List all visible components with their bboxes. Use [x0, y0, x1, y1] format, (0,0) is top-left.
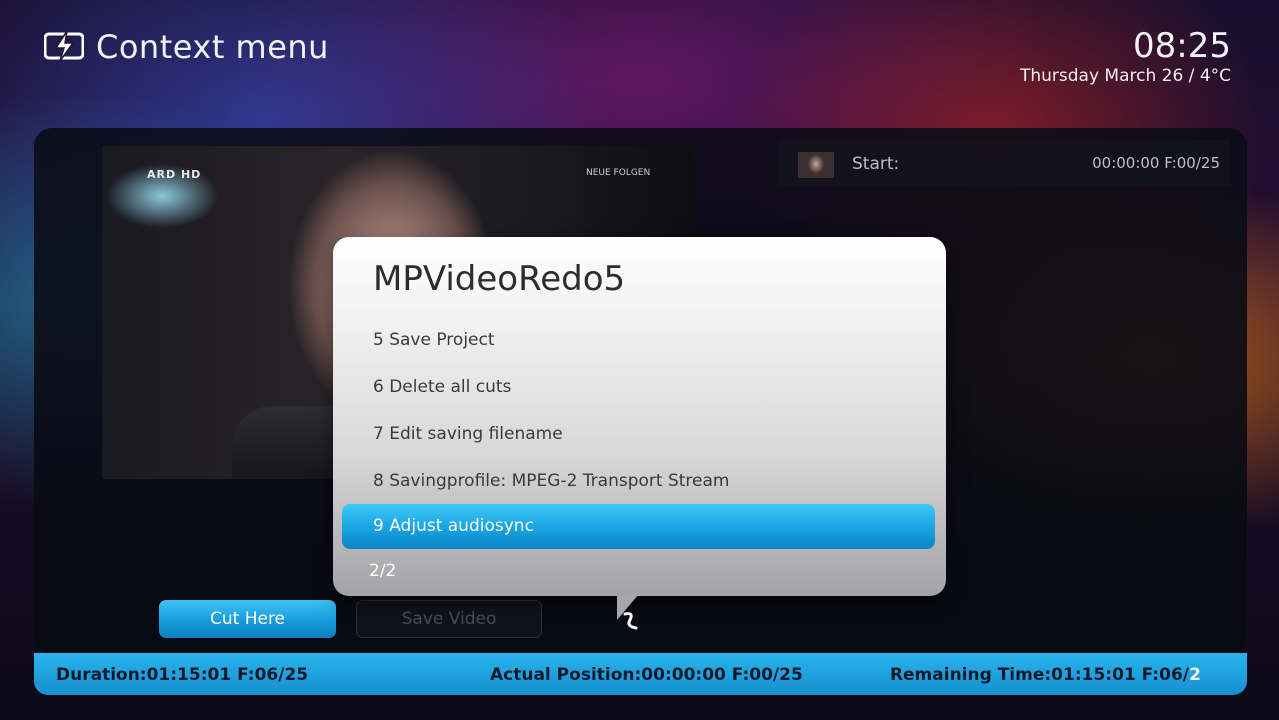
menu-item-edit-filename[interactable]: 7 Edit saving filename — [373, 424, 563, 444]
clock-date: Thursday March 26 / 4°C — [1019, 66, 1231, 86]
menu-item-saving-profile[interactable]: 8 Savingprofile: MPEG-2 Transport Stream — [373, 471, 729, 491]
lightning-icon — [44, 31, 84, 61]
dialog-pointer — [617, 594, 639, 620]
page-indicator: 2/2 — [369, 561, 397, 581]
menu-item-delete-all-cuts[interactable]: 6 Delete all cuts — [373, 377, 511, 397]
clock-time: 08:25 — [1133, 26, 1231, 66]
start-label: Start: — [852, 154, 900, 174]
channel-logo: ARD HD — [147, 168, 202, 181]
save-video-button[interactable]: Save Video — [356, 600, 542, 638]
start-value: 00:00:00 F:00/25 — [1092, 154, 1220, 172]
status-bar: Duration:01:15:01 F:06/25 Actual Positio… — [34, 653, 1247, 695]
remaining-time-text: Remaining Time:01:15:01 F:06/ — [889, 665, 1189, 685]
cut-thumbnail — [798, 152, 834, 178]
menu-item-label: 9 Adjust audiosync — [373, 516, 534, 536]
actual-position-text: Actual Position:00:00:00 F:00/25 — [490, 665, 803, 685]
cut-list-row[interactable]: Start: 00:00:00 F:00/25 — [778, 140, 1230, 186]
video-caption: NEUE FOLGEN — [586, 168, 651, 178]
dialog-title: MPVideoRedo5 — [373, 259, 626, 299]
menu-item-save-project[interactable]: 5 Save Project — [373, 330, 495, 350]
page-title: Context menu — [96, 28, 329, 66]
remaining-time-tail: 2 — [1189, 665, 1201, 685]
context-menu-dialog: MPVideoRedo5 5 Save Project 6 Delete all… — [333, 237, 946, 596]
duration-text: Duration:01:15:01 F:06/25 — [56, 665, 309, 685]
menu-item-adjust-audiosync[interactable]: 9 Adjust audiosync — [342, 504, 935, 549]
cut-here-button[interactable]: Cut Here — [159, 600, 336, 638]
